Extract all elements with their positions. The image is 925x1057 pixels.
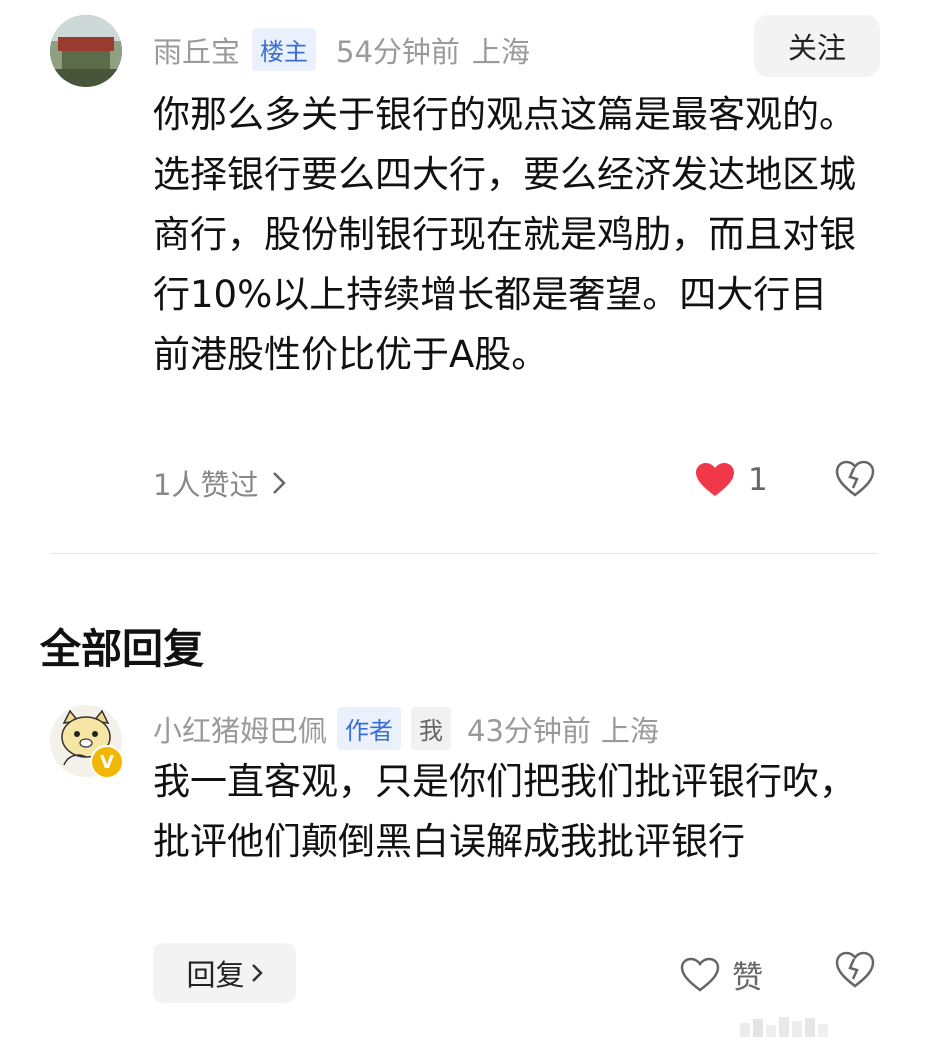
comment-meta: 雨丘宝 楼主 54分钟前 上海: [153, 28, 530, 71]
reply-timestamp: 43分钟前: [467, 713, 591, 748]
me-badge: 我: [411, 707, 452, 750]
op-badge: 楼主: [252, 28, 317, 71]
author-badge: 作者: [337, 707, 402, 750]
timestamp: 54分钟前: [336, 34, 460, 69]
reply-text: 我一直客观，只是你们把我们批评银行吹，批评他们颠倒黑白误解成我批评银行: [153, 760, 856, 863]
watermark: [740, 1015, 905, 1037]
chevron-right-icon: [251, 963, 263, 983]
reply-dislike-button[interactable]: [835, 951, 875, 989]
broken-heart-icon: [835, 460, 875, 497]
reply-like-button[interactable]: 赞: [680, 952, 763, 997]
heart-filled-icon: [696, 463, 734, 496]
reply-label: 回复: [186, 958, 245, 992]
likers-label: 1人赞过: [153, 468, 259, 502]
avatar-photo-icon: [50, 15, 122, 87]
dislike-button[interactable]: [835, 460, 875, 498]
verified-badge-icon: V: [90, 745, 124, 779]
like-count: 1: [748, 462, 768, 498]
reply-username[interactable]: 小红猪姆巴佩: [153, 708, 327, 750]
broken-heart-icon: [835, 951, 875, 988]
follow-label: 关注: [787, 31, 846, 65]
likers-link[interactable]: 1人赞过: [153, 462, 287, 504]
location: 上海: [471, 34, 530, 69]
username[interactable]: 雨丘宝: [153, 29, 240, 71]
comment-text: 你那么多关于银行的观点这篇是最客观的。选择银行要么四大行，要么经济发达地区城商行…: [153, 93, 856, 376]
reply-button[interactable]: 回复: [153, 943, 296, 1003]
heart-outline-icon: [680, 957, 720, 993]
avatar[interactable]: [50, 15, 122, 87]
chevron-right-icon: [272, 471, 287, 495]
reply-location: 上海: [600, 713, 659, 748]
like-label: 赞: [732, 960, 763, 996]
reply-meta: 小红猪姆巴佩 作者 我 43分钟前 上海: [153, 707, 659, 750]
replies-section-title: 全部回复: [40, 625, 204, 673]
like-button[interactable]: [695, 462, 735, 498]
divider: [50, 553, 878, 554]
follow-button[interactable]: 关注: [754, 15, 880, 77]
